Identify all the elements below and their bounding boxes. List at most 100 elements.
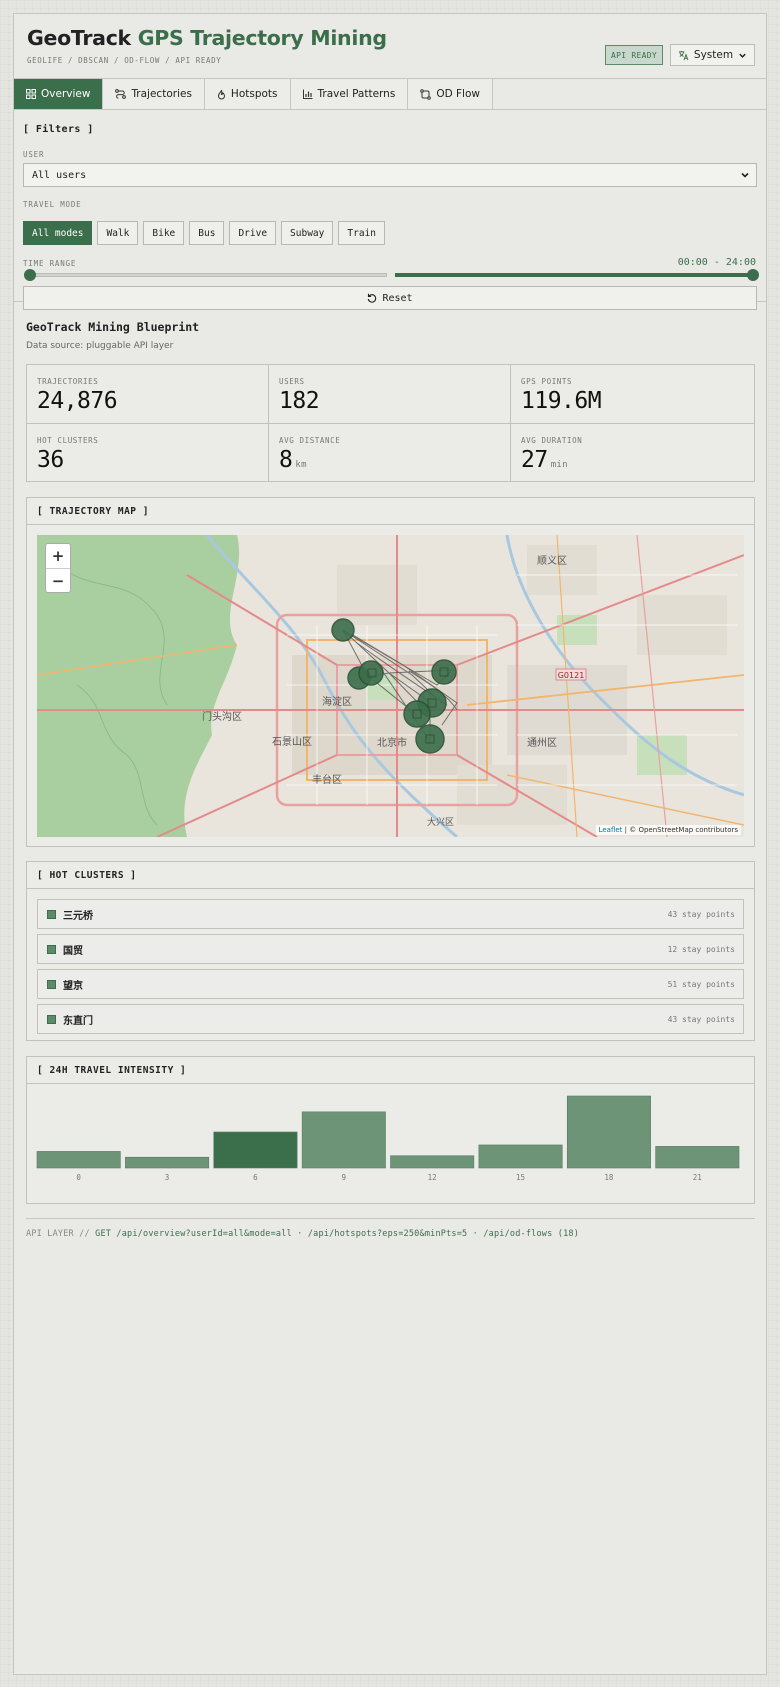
blueprint-title: GeoTrack Mining Blueprint [26, 320, 200, 334]
swap-icon [420, 88, 432, 100]
map-label: 通州区 [527, 737, 557, 749]
intensity-panel-title: [ 24H TRAVEL INTENSITY ] [27, 1057, 754, 1084]
map-label: 北京市 [377, 736, 407, 749]
road-label: G0121 [558, 671, 585, 680]
mode-bus[interactable]: Bus [189, 221, 225, 245]
tab-trajectories[interactable]: Trajectories [103, 79, 205, 109]
intensity-bar [125, 1156, 210, 1169]
cluster-points: 12 stay points [667, 944, 735, 954]
cluster-marker-icon [47, 979, 56, 989]
stat-label: TRAJECTORIES [37, 377, 99, 386]
stat-value: 27 min [521, 447, 568, 473]
hot-clusters-panel: [ HOT CLUSTERS ] 三元桥 43 stay points 国贸 1… [26, 861, 755, 1041]
tab-od-flow[interactable]: OD Flow [408, 79, 493, 109]
stat-label: USERS [279, 377, 305, 386]
stat-value: 8 km [279, 447, 307, 473]
chevron-down-icon [741, 172, 749, 178]
page-title: GeoTrack GPS Trajectory Mining [27, 26, 387, 50]
map-canvas[interactable]: 顺义区 海淀区 北京市 通州区 门头沟区 石景山区 丰台区 大兴区 G0121 [37, 535, 744, 837]
map-label: 海淀区 [322, 695, 352, 708]
filters-panel: [ Filters ] USER All users TRAVEL MODE A… [14, 110, 766, 310]
data-source-label: Data source: pluggable API layer [26, 341, 174, 351]
stat-unit: min [550, 460, 568, 470]
cluster-list: 三元桥 43 stay points 国贸 12 stay points 望京 … [27, 889, 754, 1049]
intensity-bar [566, 1095, 651, 1169]
stat-avg-distance: AVG DISTANCE 8 km [269, 424, 511, 482]
cluster-item[interactable]: 国贸 12 stay points [37, 934, 744, 964]
tab-label: Trajectories [131, 88, 192, 100]
time-range-label: TIME RANGE [23, 259, 77, 268]
leaflet-link[interactable]: Leaflet [599, 826, 623, 834]
cluster-marker-icon [47, 1014, 56, 1024]
mode-all[interactable]: All modes [23, 221, 93, 245]
system-label: System [693, 49, 734, 61]
cluster-points: 51 stay points [667, 979, 735, 989]
intensity-bar [213, 1131, 298, 1169]
time-range-track-end[interactable] [395, 273, 757, 277]
tab-travel-patterns[interactable]: Travel Patterns [290, 79, 409, 109]
intensity-bar [655, 1146, 740, 1169]
zoom-out-button[interactable]: − [46, 568, 70, 592]
map-panel-title: [ TRAJECTORY MAP ] [27, 498, 754, 525]
stats-grid: TRAJECTORIES 24,876 USERS 182 GPS POINTS… [26, 364, 755, 482]
map-label: 顺义区 [537, 555, 567, 567]
time-range-track-start[interactable] [30, 273, 387, 277]
travel-mode-group: All modes Walk Bike Bus Drive Subway Tra… [23, 221, 385, 245]
hour-tick-label: 6 [253, 1173, 258, 1182]
map-label: 门头沟区 [202, 710, 242, 723]
trajectory-map-panel: [ TRAJECTORY MAP ] 顺义区 海淀区 北京市 通州区 门头沟区 … [26, 497, 755, 847]
api-status-badge: API READY [605, 45, 663, 65]
mode-bike[interactable]: Bike [143, 221, 185, 245]
stat-avg-duration: AVG DURATION 27 min [511, 424, 754, 482]
stat-trajectories: TRAJECTORIES 24,876 [27, 365, 269, 424]
flame-icon [217, 89, 225, 99]
intensity-bar [390, 1155, 475, 1169]
cluster-item[interactable]: 三元桥 43 stay points [37, 899, 744, 929]
cluster-name: 国贸 [63, 945, 83, 957]
hour-tick-label: 9 [342, 1173, 347, 1182]
filters-title: [ Filters ] [23, 124, 94, 135]
map-label: 大兴区 [427, 816, 454, 828]
intensity-bar [478, 1144, 563, 1169]
mode-train[interactable]: Train [338, 221, 385, 245]
mode-subway[interactable]: Subway [281, 221, 334, 245]
mode-walk[interactable]: Walk [97, 221, 139, 245]
stat-hot-clusters: HOT CLUSTERS 36 [27, 424, 269, 482]
hour-tick-label: 18 [604, 1173, 614, 1182]
title-accent: GPS Trajectory Mining [137, 26, 387, 50]
page-subtitle: GEOLIFE / DBSCAN / OD-FLOW / API READY [27, 56, 222, 65]
map-label: 石景山区 [272, 736, 312, 748]
intensity-bar [301, 1111, 386, 1169]
tab-overview[interactable]: Overview [14, 79, 104, 109]
hour-tick-label: 3 [165, 1173, 170, 1182]
zoom-in-button[interactable]: + [46, 544, 70, 568]
time-start-handle[interactable] [24, 269, 36, 281]
cluster-name: 望京 [63, 980, 83, 992]
stat-unit: km [295, 460, 307, 470]
stat-value: 36 [37, 447, 64, 473]
tab-label: Hotspots [230, 88, 278, 100]
osm-attribution[interactable]: | © OpenStreetMap contributors [625, 826, 738, 834]
hour-tick-label: 15 [516, 1173, 525, 1182]
user-label: USER [23, 150, 45, 159]
user-select[interactable]: All users [23, 163, 757, 187]
trajectory-map[interactable]: 顺义区 海淀区 北京市 通州区 门头沟区 石景山区 丰台区 大兴区 G0121 [37, 535, 744, 837]
cluster-item[interactable]: 望京 51 stay points [37, 969, 744, 999]
time-end-handle[interactable] [747, 269, 759, 281]
reset-button[interactable]: Reset [23, 286, 757, 310]
route-icon [115, 89, 127, 99]
tab-label: OD Flow [436, 88, 480, 100]
footer-divider [26, 1218, 755, 1219]
stat-label: GPS POINTS [521, 377, 573, 386]
travel-mode-label: TRAVEL MODE [23, 200, 82, 209]
reset-label: Reset [382, 292, 413, 304]
stat-value: 182 [279, 388, 320, 414]
language-system-button[interactable]: System [670, 44, 755, 66]
cluster-item[interactable]: 东直门 43 stay points [37, 1004, 744, 1034]
travel-intensity-chart: 0 3 6 9 12 15 18 21 [36, 1095, 740, 1182]
cluster-name: 东直门 [63, 1015, 93, 1027]
cluster-marker-icon [47, 909, 56, 919]
tab-hotspots[interactable]: Hotspots [204, 79, 291, 109]
mode-drive[interactable]: Drive [229, 221, 277, 245]
map-attribution: Leaflet | © OpenStreetMap contributors [595, 825, 741, 835]
